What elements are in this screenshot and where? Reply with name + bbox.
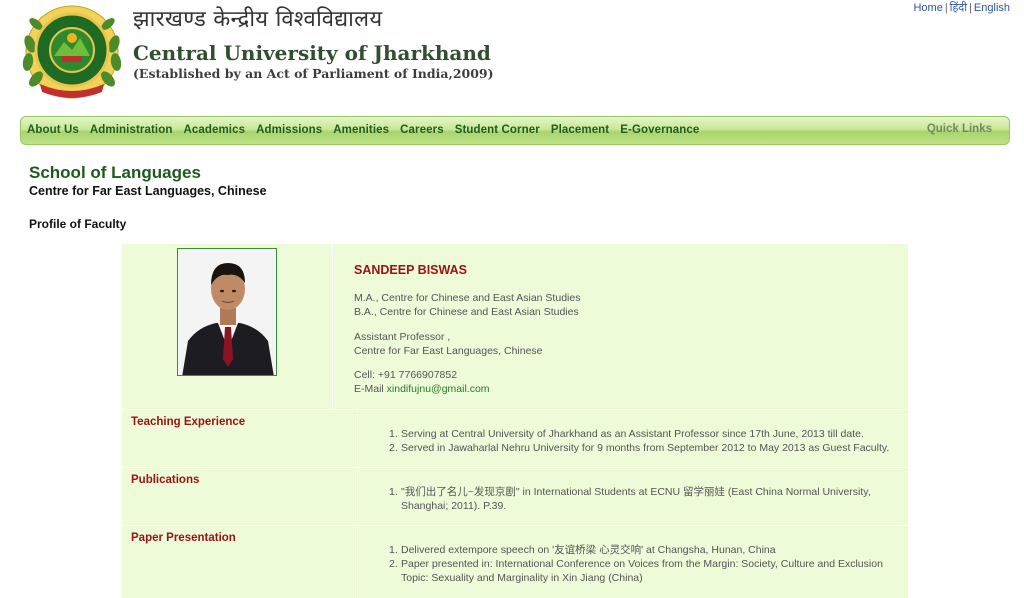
section-teaching-experience: Teaching Experience 1. Serving at Central… — [122, 409, 908, 467]
section-paper-presentation: Paper Presentation 1. Delivered extempore… — [122, 525, 908, 598]
nav-amenities[interactable]: Amenities — [333, 124, 389, 136]
university-established-note: (Established by an Act of Parliament of … — [133, 66, 494, 81]
section-content: 1. Serving at Central University of Jhark… — [359, 410, 908, 467]
faculty-department: Centre for Far East Languages, Chinese — [354, 345, 543, 357]
separator: | — [969, 2, 972, 14]
home-link[interactable]: Home — [913, 2, 942, 14]
quick-links-button[interactable]: Quick Links — [927, 123, 992, 135]
separator: | — [944, 2, 948, 14]
faculty-info-cell: SANDEEP BISWAS M.A., Centre for Chinese … — [334, 244, 908, 409]
university-logo[interactable] — [22, 4, 122, 102]
list-item: 2. Served in Jawaharlal Nehru University … — [389, 442, 890, 454]
teaching-list: 1. Serving at Central University of Jhark… — [389, 427, 899, 455]
nav-academics[interactable]: Academics — [183, 124, 245, 136]
faculty-designation: Assistant Professor , — [354, 331, 451, 343]
faculty-profile-table: SANDEEP BISWAS M.A., Centre for Chinese … — [122, 244, 908, 598]
faculty-cell: Cell: +91 7766907852 — [354, 369, 458, 381]
centre-title: Centre for Far East Languages, Chinese — [29, 184, 267, 198]
section-label: Teaching Experience — [131, 416, 246, 428]
nav-placement[interactable]: Placement — [551, 124, 609, 136]
list-item: 1. Delivered extempore speech on '友谊桥梁 心灵… — [389, 544, 776, 556]
photo-cell — [122, 244, 333, 409]
faculty-photo — [177, 248, 277, 376]
nav-student-corner[interactable]: Student Corner — [455, 124, 540, 136]
section-publications: Publications 1. "我们出了名儿~发现京剧" in Internat… — [122, 467, 908, 525]
section-label: Publications — [131, 474, 200, 486]
list-item: 1. Serving at Central University of Jhark… — [389, 428, 864, 440]
school-title: School of Languages — [29, 163, 201, 182]
qualification-ma: M.A., Centre for Chinese and East Asian … — [354, 292, 581, 304]
nav-administration[interactable]: Administration — [90, 124, 173, 136]
qualification-ba: B.A., Centre for Chinese and East Asian … — [354, 306, 579, 318]
section-label: Paper Presentation — [131, 532, 236, 544]
nav-careers[interactable]: Careers — [400, 124, 444, 136]
university-name-hindi: झारखण्ड केन्द्रीय विश्वविद्यालय — [133, 7, 383, 32]
list-item: 1. "我们出了名儿~发现京剧" in International Student… — [389, 486, 871, 512]
nav-admissions[interactable]: Admissions — [256, 124, 322, 136]
top-links: Home | हिंदी | English — [913, 0, 1010, 15]
section-content: 1. Delivered extempore speech on '友谊桥梁 心灵… — [359, 526, 908, 598]
presentation-list: 1. Delivered extempore speech on '友谊桥梁 心灵… — [389, 543, 899, 585]
main-nav-bar: About Us Administration Academics Admiss… — [20, 116, 1010, 145]
university-name-english: Central University of Jharkhand — [133, 41, 491, 65]
email-link[interactable]: xindifujnu@gmail.com — [387, 383, 490, 395]
nav-items: About Us Administration Academics Admiss… — [27, 124, 710, 136]
hindi-link[interactable]: हिंदी — [950, 2, 967, 14]
publications-list: 1. "我们出了名儿~发现京剧" in International Student… — [389, 485, 899, 513]
faculty-name: SANDEEP BISWAS — [354, 263, 467, 277]
email-label: E-Mail — [354, 383, 387, 395]
profile-heading: Profile of Faculty — [29, 217, 127, 231]
section-label-cell: Paper Presentation — [122, 526, 358, 598]
faculty-email-line: E-Mail xindifujnu@gmail.com — [354, 383, 490, 395]
list-item: 2. Paper presented in: International Conf… — [389, 558, 883, 584]
section-label-cell: Publications — [122, 468, 358, 525]
nav-e-governance[interactable]: E-Governance — [620, 124, 699, 136]
title-block: झारखण्ड केन्द्रीय विश्वविद्यालय Central … — [133, 6, 494, 82]
nav-about-us[interactable]: About Us — [27, 124, 79, 136]
english-link[interactable]: English — [974, 2, 1010, 14]
section-label-cell: Teaching Experience — [122, 410, 358, 467]
section-content: 1. "我们出了名儿~发现京剧" in International Student… — [359, 468, 908, 525]
site-header: झारखण्ड केन्द्रीय विश्वविद्यालय Central … — [0, 0, 1024, 110]
